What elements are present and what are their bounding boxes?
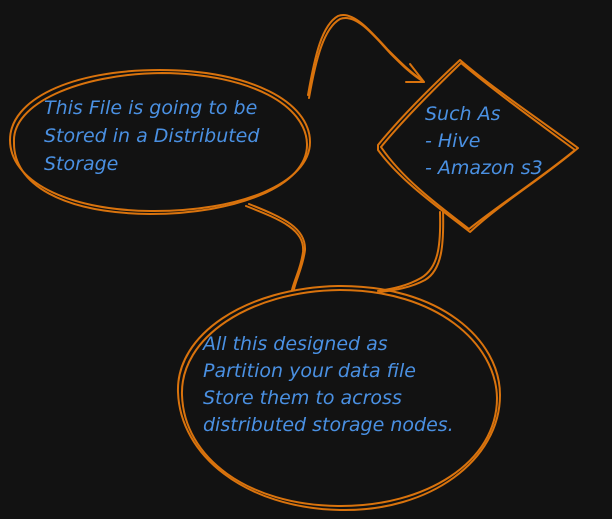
node-examples-line-2: - Hive: [425, 130, 480, 152]
diagram-canvas: This File is going to be Stored in a Dis…: [9, 13, 579, 512]
arrowhead-icon: [405, 63, 425, 83]
node-file-storage-line-3: Storage: [44, 153, 118, 175]
edge-file-to-examples: [307, 13, 425, 99]
node-file-storage-line-1: This File is going to be: [44, 97, 257, 119]
node-examples-line-1: Such As: [425, 103, 501, 125]
node-file-storage-line-2: Stored in a Distributed: [44, 125, 260, 147]
node-partition-line-1: All this designed as: [201, 333, 388, 355]
node-examples-line-3: - Amazon s3: [425, 157, 543, 179]
node-examples: Such As - Hive - Amazon s3: [377, 59, 579, 233]
node-partition-line-3: Store them to across: [203, 387, 402, 409]
edge-file-to-partition: [245, 203, 307, 291]
node-partition: All this designed as Partition your data…: [176, 284, 501, 512]
node-partition-line-4: distributed storage nodes.: [203, 414, 454, 436]
edge-examples-to-partition: [377, 209, 445, 293]
node-partition-line-2: Partition your data file: [203, 360, 416, 382]
node-file-storage: This File is going to be Stored in a Dis…: [9, 69, 311, 215]
